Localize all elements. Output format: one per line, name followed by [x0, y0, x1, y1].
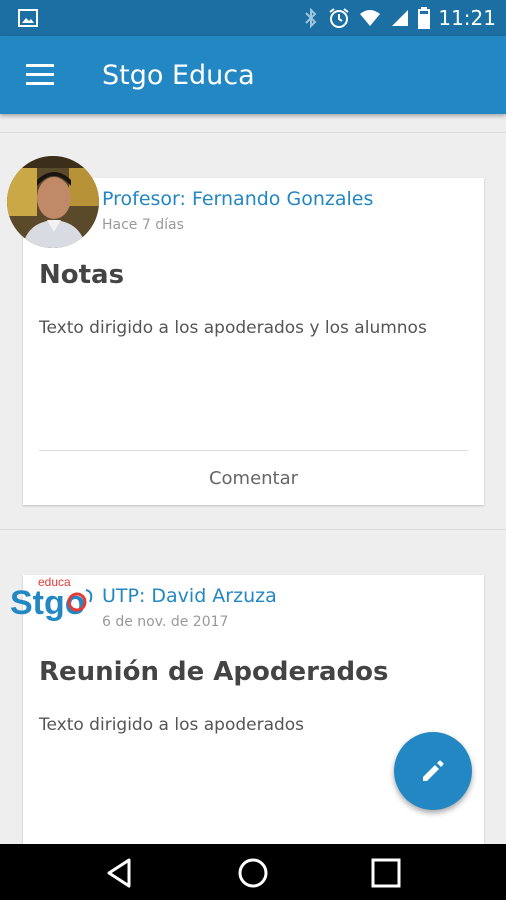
app-title: Stgo Educa	[102, 60, 255, 91]
compose-button[interactable]	[394, 732, 472, 810]
post-text: Texto dirigido a los apoderados y los al…	[39, 318, 427, 338]
recents-icon[interactable]	[369, 856, 403, 890]
post-text: Texto dirigido a los apoderados	[39, 715, 305, 735]
bluetooth-icon	[305, 7, 317, 29]
image-icon	[18, 9, 38, 27]
post-title: Reunión de Apoderados	[39, 657, 389, 687]
edit-icon	[423, 760, 444, 781]
wifi-icon	[360, 10, 381, 26]
battery-icon	[418, 7, 431, 29]
logo-text: Stgo	[10, 584, 86, 622]
status-bar: 11:21	[0, 0, 506, 36]
signal-icon	[392, 10, 409, 26]
post-date: Hace 7 días	[102, 217, 184, 233]
home-icon[interactable]	[236, 856, 270, 890]
comment-button[interactable]: Comentar	[23, 451, 484, 507]
school-logo[interactable]: Stgo educa	[8, 574, 98, 624]
status-time: 11:21	[438, 6, 496, 30]
alarm-icon	[329, 8, 349, 28]
menu-icon[interactable]	[26, 64, 54, 86]
back-icon[interactable]	[103, 856, 137, 890]
app-bar: Stgo Educa	[0, 36, 506, 114]
navigation-bar	[0, 844, 506, 900]
feed-divider	[0, 529, 506, 530]
post-author[interactable]: UTP: David Arzuza	[102, 585, 277, 607]
avatar[interactable]	[7, 156, 99, 248]
feed-divider	[0, 132, 506, 133]
logo-subtext: educa	[38, 575, 71, 589]
post-card: Profesor: Fernando Gonzales Hace 7 días …	[23, 178, 484, 505]
post-author[interactable]: Profesor: Fernando Gonzales	[102, 188, 373, 210]
post-title: Notas	[39, 260, 125, 290]
post-date: 6 de nov. de 2017	[102, 614, 229, 630]
